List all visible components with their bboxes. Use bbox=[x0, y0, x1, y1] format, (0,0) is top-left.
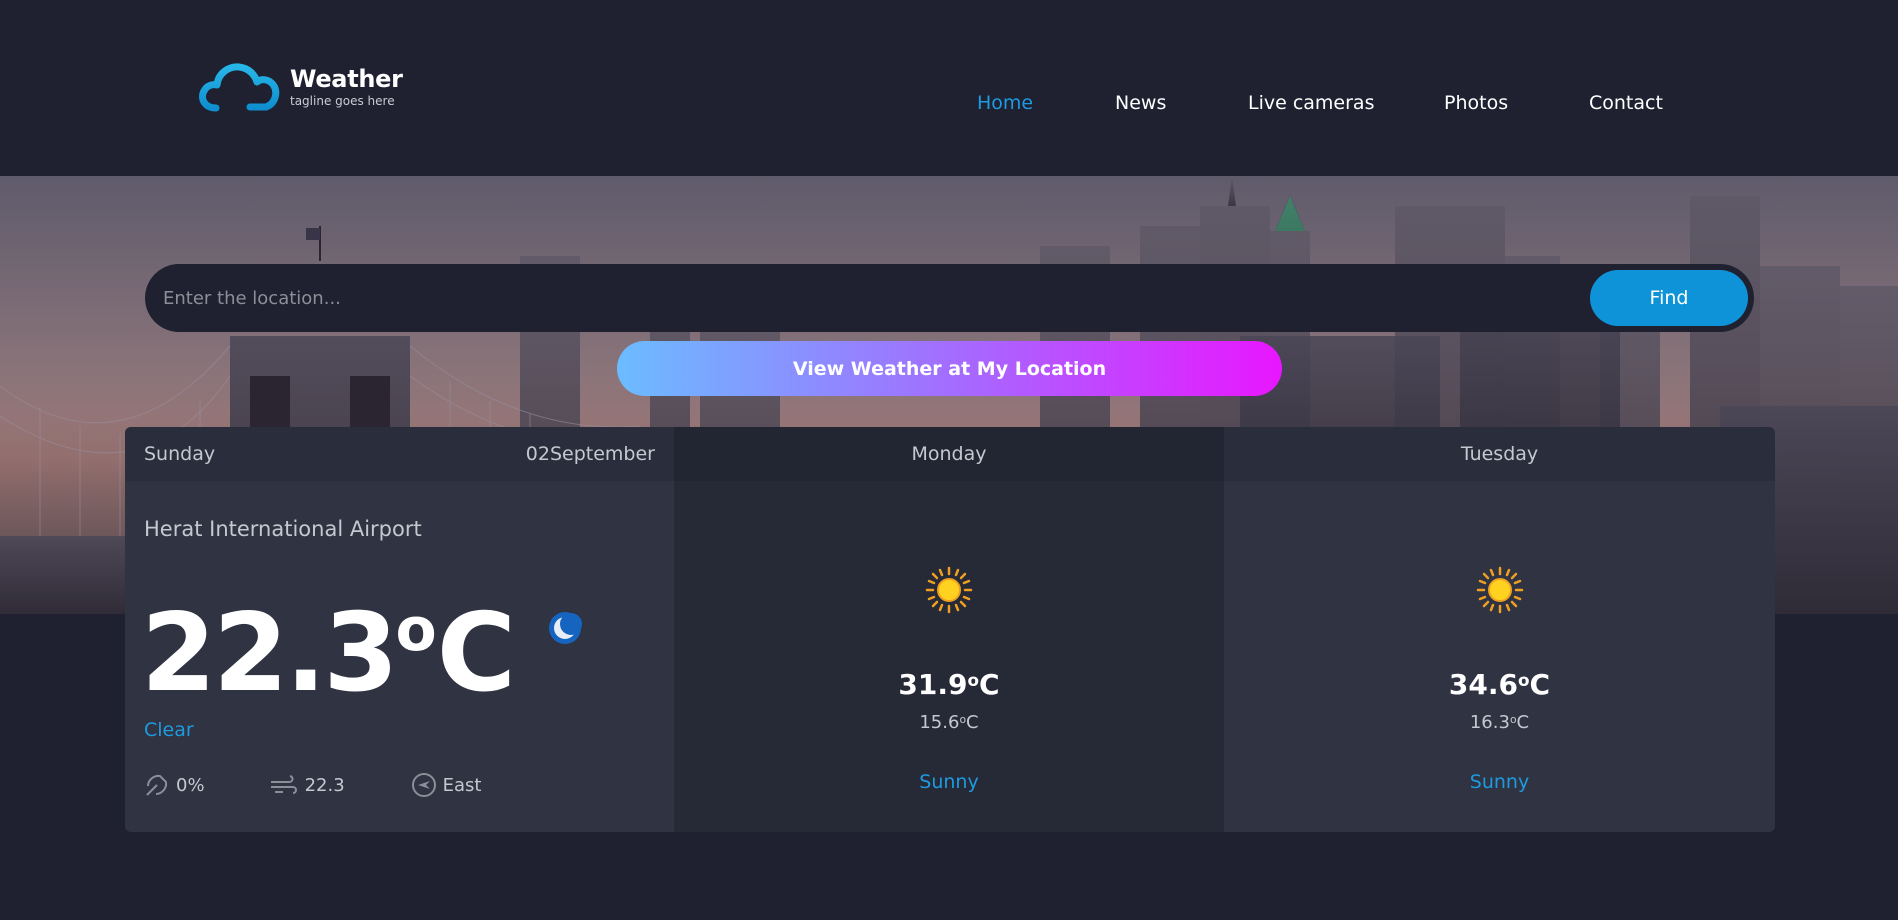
nav-home[interactable]: Home bbox=[977, 92, 1033, 114]
min-temp-value: 16.3 bbox=[1469, 712, 1510, 733]
wind-direction-value: East bbox=[442, 774, 482, 796]
app-tagline: tagline goes here bbox=[290, 94, 395, 108]
wind-speed-value: 22.3 bbox=[304, 774, 345, 796]
max-temp-value: 34.6 bbox=[1448, 668, 1518, 701]
sun-icon bbox=[1476, 566, 1523, 614]
temperature-value: 22.3 bbox=[141, 591, 398, 716]
forecast-condition: Sunny bbox=[1469, 771, 1530, 793]
today-condition: Clear bbox=[144, 719, 194, 741]
degree-symbol: o bbox=[967, 670, 980, 690]
today-header: Sunday 02September bbox=[125, 427, 674, 481]
site-header: Weather tagline goes here Home News Live… bbox=[0, 0, 1898, 176]
temp-unit: C bbox=[1529, 668, 1551, 701]
logo[interactable]: Weather tagline goes here bbox=[198, 62, 403, 114]
search-bar: Find bbox=[145, 264, 1754, 332]
nav-news[interactable]: News bbox=[1115, 92, 1166, 114]
view-my-location-button[interactable]: View Weather at My Location bbox=[617, 341, 1282, 396]
cloud-icon bbox=[199, 63, 280, 112]
nav-contact[interactable]: Contact bbox=[1589, 92, 1663, 114]
forecast-day-header: Monday bbox=[674, 427, 1224, 481]
wind-icon bbox=[270, 775, 297, 794]
today-forecast: Sunday 02September Herat International A… bbox=[125, 427, 674, 832]
wind-speed-stat: 22.3 bbox=[269, 772, 345, 798]
wind-direction-stat: East bbox=[411, 772, 482, 798]
temp-unit: C bbox=[966, 712, 979, 733]
find-button[interactable]: Find bbox=[1590, 270, 1748, 326]
current-temperature: 22.3oC bbox=[141, 575, 516, 709]
precipitation-value: 0% bbox=[176, 774, 205, 796]
max-temp-value: 31.9 bbox=[898, 668, 968, 701]
temperature-unit: C bbox=[436, 591, 516, 716]
nav-live-cameras[interactable]: Live cameras bbox=[1248, 92, 1374, 114]
moon-icon bbox=[549, 612, 582, 644]
temp-unit: C bbox=[1516, 712, 1530, 733]
sun-icon bbox=[925, 566, 973, 614]
forecast-day-tuesday: Tuesday 34.6oC 16.3oC Sunny bbox=[1224, 427, 1775, 832]
forecast-day-monday: Monday 31.9oC 15.6oC Sunny bbox=[674, 427, 1224, 832]
today-day: Sunday bbox=[144, 443, 216, 465]
precipitation-stat: 0% bbox=[144, 772, 205, 798]
app-title: Weather bbox=[290, 65, 403, 93]
location-name: Herat International Airport bbox=[144, 517, 422, 541]
min-temp-value: 15.6 bbox=[919, 712, 960, 733]
today-date: 02September bbox=[525, 443, 655, 465]
today-stats: 0% 22.3 East bbox=[144, 772, 481, 798]
compass-icon bbox=[411, 773, 436, 797]
umbrella-icon bbox=[146, 774, 168, 796]
degree-symbol: o bbox=[1518, 670, 1530, 690]
forecast-min-temp: 15.6oC bbox=[674, 712, 1224, 733]
temp-unit: C bbox=[979, 668, 1000, 701]
forecast-table: Sunday 02September Herat International A… bbox=[125, 427, 1775, 832]
forecast-condition: Sunny bbox=[919, 771, 979, 793]
forecast-max-temp: 31.9oC bbox=[674, 668, 1224, 701]
forecast-max-temp: 34.6oC bbox=[1224, 668, 1775, 701]
nav-photos[interactable]: Photos bbox=[1444, 92, 1508, 114]
location-search-input[interactable] bbox=[163, 278, 1503, 318]
forecast-min-temp: 16.3oC bbox=[1224, 712, 1775, 733]
degree-symbol: o bbox=[1509, 712, 1517, 726]
degree-symbol: o bbox=[395, 595, 437, 665]
forecast-day-header: Tuesday bbox=[1224, 427, 1775, 481]
